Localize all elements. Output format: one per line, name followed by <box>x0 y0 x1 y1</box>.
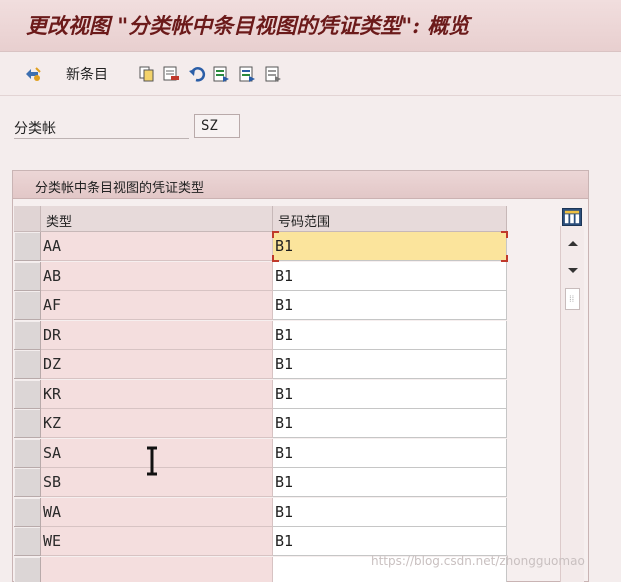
table-control-title: 分类帐中条目视图的凭证类型 <box>35 181 205 196</box>
cell-type: WA <box>41 497 273 527</box>
cell-type: AB <box>41 261 273 291</box>
cell-number-range[interactable]: B1 <box>273 527 507 556</box>
row-selector[interactable] <box>14 232 41 261</box>
table-row: WA B1 <box>14 497 507 527</box>
row-selector[interactable] <box>14 291 41 320</box>
cell-number-range[interactable]: B1 <box>273 379 507 409</box>
row-selector[interactable] <box>14 556 41 582</box>
display-change-button[interactable] <box>24 64 42 84</box>
table-row: KZ B1 <box>14 409 507 438</box>
row-selector[interactable] <box>14 527 41 556</box>
cell-type: AA <box>41 232 273 261</box>
cell-number-range[interactable]: B1 <box>273 468 507 497</box>
focus-corner <box>272 231 279 238</box>
row-selector[interactable] <box>14 409 41 438</box>
cell-number-range[interactable]: B1 <box>273 232 507 261</box>
ledger-value-field[interactable]: SZ <box>194 114 240 138</box>
table-row: DR B1 <box>14 320 507 350</box>
row-selector[interactable] <box>14 497 41 527</box>
row-selector[interactable] <box>14 379 41 409</box>
display-change-icon <box>26 67 41 81</box>
column-header-number-range[interactable]: 号码范围 <box>273 206 507 232</box>
row-selector[interactable] <box>14 261 41 291</box>
focus-corner <box>501 231 508 238</box>
cell-number-range[interactable]: B1 <box>273 438 507 468</box>
select-block-icon <box>239 66 255 82</box>
scroll-up-icon[interactable] <box>561 232 585 256</box>
cell-number-range[interactable]: B1 <box>273 409 507 438</box>
copy-button[interactable] <box>138 64 156 84</box>
table-settings-button[interactable] <box>562 208 582 226</box>
delete-button[interactable] <box>162 64 180 84</box>
copy-icon <box>139 66 154 82</box>
select-all-rows-header[interactable] <box>14 206 41 232</box>
cell-number-range[interactable]: B1 <box>273 261 507 291</box>
cell-number-range[interactable]: B1 <box>273 497 507 527</box>
undo-icon <box>189 67 206 82</box>
row-selector[interactable] <box>14 320 41 350</box>
watermark: https://blog.csdn.net/zhongguomao <box>371 554 585 568</box>
scroll-thumb[interactable] <box>565 288 580 310</box>
table-row: AF B1 <box>14 291 507 320</box>
select-all-button[interactable] <box>212 64 230 84</box>
deselect-all-icon <box>265 66 281 82</box>
row-selector[interactable] <box>14 350 41 379</box>
row-selector[interactable] <box>14 468 41 497</box>
select-block-button[interactable] <box>238 64 256 84</box>
ledger-field-row: 分类帐 SZ <box>14 114 614 140</box>
text-cursor-icon <box>147 446 157 476</box>
undo-button[interactable] <box>188 64 206 84</box>
application-toolbar: 新条目 <box>0 52 621 96</box>
table-control-title-bar: 分类帐中条目视图的凭证类型 <box>13 171 588 199</box>
new-entries-label: 新条目 <box>66 67 108 83</box>
column-header-type[interactable]: 类型 <box>41 206 273 232</box>
cell-type: KZ <box>41 409 273 438</box>
table-row: KR B1 <box>14 379 507 409</box>
table-row: SA B1 <box>14 438 507 468</box>
cell-number-range[interactable]: B1 <box>273 291 507 320</box>
cell-type: WE <box>41 527 273 556</box>
row-selector[interactable] <box>14 438 41 468</box>
cell-type: KR <box>41 379 273 409</box>
table-row: DZ B1 <box>14 350 507 379</box>
cell-type: DR <box>41 320 273 350</box>
table-row: AB B1 <box>14 261 507 291</box>
scroll-grip-icon <box>569 295 574 303</box>
vertical-scrollbar[interactable] <box>560 226 584 582</box>
select-all-icon <box>213 66 229 82</box>
table-row: SB B1 <box>14 468 507 497</box>
table-row: WE B1 <box>14 527 507 556</box>
cell-type <box>41 556 273 582</box>
deselect-all-button[interactable] <box>264 64 282 84</box>
window-title: 更改视图 "分类帐中条目视图的凭证类型": 概览 <box>26 13 470 38</box>
cell-type: DZ <box>41 350 273 379</box>
cell-type: AF <box>41 291 273 320</box>
cell-number-range[interactable]: B1 <box>273 350 507 379</box>
cell-number-range[interactable]: B1 <box>273 320 507 350</box>
ledger-label-underline <box>14 138 189 139</box>
delete-icon <box>163 66 179 81</box>
new-entries-button[interactable]: 新条目 <box>66 64 108 84</box>
scroll-down-icon[interactable] <box>561 258 585 282</box>
table-row: AA B1 <box>14 231 508 262</box>
ledger-label: 分类帐 <box>14 121 56 137</box>
table-settings-icon <box>564 210 580 224</box>
title-bar: 更改视图 "分类帐中条目视图的凭证类型": 概览 <box>0 0 621 52</box>
